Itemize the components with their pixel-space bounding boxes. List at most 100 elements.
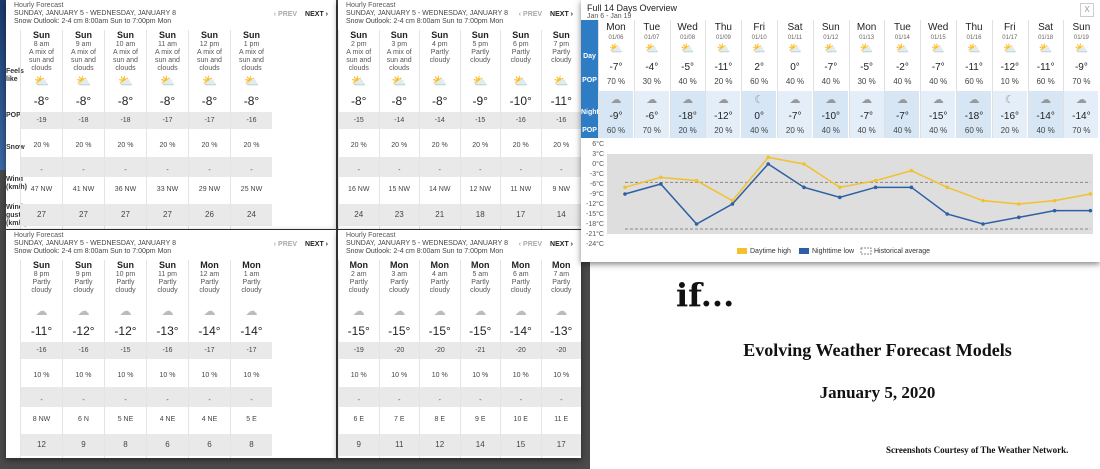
hour-condition: A mix of sun and clouds — [155, 49, 180, 72]
overview-row-labels: Day POP Night POP — [581, 20, 599, 138]
overview-day-column[interactable]: Mon 01/06 ⛅ -7° 70 % ☁ -9° 60 % — [598, 20, 633, 138]
overview-day-column[interactable]: Sun 01/12 ⛅ -7° 40 % ☁ -10° 40 % — [812, 20, 848, 138]
hour-day: Sun — [552, 30, 570, 40]
day-weather-icon: ⛅ — [680, 43, 695, 55]
hour-gust: 14 — [475, 440, 485, 449]
overview-day-column[interactable]: Fri 01/17 ⛅ -12° 10 % ☾ -16° 20 % — [991, 20, 1027, 138]
day-label: Day — [583, 53, 596, 60]
nighttime-low-point — [1088, 208, 1093, 213]
daytime-high-point — [766, 155, 770, 160]
hour-temperature: -8° — [432, 94, 448, 108]
hour-feels-like: -16 — [162, 347, 173, 354]
day-weather-icon: ⛅ — [1074, 43, 1089, 55]
next-button[interactable]: NEXT › — [305, 11, 328, 18]
hour-condition: Partly cloudy — [551, 279, 572, 294]
hour-feels-like: -20 — [515, 347, 526, 354]
hour-time: 5 am — [472, 271, 489, 278]
prev-button[interactable]: ‹ PREV — [519, 11, 542, 18]
hour-pop: 10 % — [350, 372, 367, 379]
overview-day-column[interactable]: Sun 01/19 ⛅ -9° 70 % ☁ -14° 70 % — [1063, 20, 1099, 138]
overview-day-column[interactable]: Tue 01/07 ⛅ -4° 30 % ☁ -6° 70 % — [633, 20, 669, 138]
overview-day-column[interactable]: Thu 01/09 ⛅ -11° 20 % ☁ -12° 20 % — [705, 20, 741, 138]
partly-cloudy-icon: ⛅ — [513, 74, 529, 88]
hour-column: Sun 4 pm Partly cloudy ⛅ -8° -14 20 % - … — [419, 30, 460, 229]
next-button[interactable]: NEXT › — [550, 241, 573, 248]
nighttime-low-point — [873, 185, 878, 190]
nighttime-low-point — [730, 202, 735, 206]
overview-day-name: Mon — [606, 22, 626, 33]
close-button[interactable]: X — [1080, 3, 1094, 17]
overview-popup: Full 14 Days Overview Jan 6 - Jan 19 X D… — [581, 0, 1100, 262]
hour-snow: - — [250, 397, 253, 404]
overview-day-column[interactable]: Sat 01/18 ⛅ -11° 60 % ☁ -14° 40 % — [1027, 20, 1063, 138]
hour-snow: - — [438, 167, 441, 174]
pager: ‹ PREV NEXT › — [519, 11, 573, 18]
hour-feels-like: -17 — [246, 347, 257, 354]
hour-column: Sun 1 pm A mix of sun and clouds ⛅ -8° -… — [230, 30, 272, 229]
hour-wind: 33 NW — [156, 186, 179, 193]
hour-temperature: -15° — [469, 324, 492, 338]
overview-day-column[interactable]: Thu 01/16 ⛅ -11° 60 % ☁ -18° 60 % — [956, 20, 991, 138]
overview-day-column[interactable]: Wed 01/15 ⛅ -7° 40 % ☁ -15° 40 % — [920, 20, 956, 138]
night-weather-icon: ☁ — [717, 94, 729, 106]
day-weather-icon: ⛅ — [931, 43, 946, 55]
next-button[interactable]: NEXT › — [550, 11, 573, 18]
slide-date: January 5, 2020 — [819, 383, 936, 402]
partly-cloudy-night-icon: ☁ — [514, 304, 527, 318]
hour-wind: 11 E — [554, 416, 569, 423]
hour-pop: 10 % — [159, 372, 176, 379]
hour-pop: 20 % — [75, 142, 92, 149]
hour-pop: 10 % — [33, 372, 50, 379]
overview-night-pop: 70 % — [1072, 126, 1091, 135]
overview-day-name: Thu — [714, 22, 732, 33]
hour-wind: 7 E — [393, 416, 405, 423]
overview-day-column[interactable]: Wed 01/08 ⛅ -5° 40 % ☁ -18° 20 % — [669, 20, 705, 138]
sun-cloud-snow-icon: ⛅ — [34, 74, 49, 88]
next-button[interactable]: NEXT › — [305, 241, 328, 248]
hour-feels-like: -17 — [204, 117, 215, 124]
overview-low: -18° — [964, 111, 984, 122]
overview-day-column[interactable]: Mon 01/13 ⛅ -5° 30 % ☁ -7° 40 % — [848, 20, 884, 138]
hour-day: Mon — [430, 260, 450, 270]
night-weather-icon: ☁ — [1075, 94, 1087, 106]
hour-feels-like: -18 — [78, 117, 89, 124]
hour-condition: Partly cloudy — [470, 279, 491, 294]
hour-time: 1 am — [243, 271, 260, 278]
hour-time: 1 pm — [243, 41, 260, 48]
overview-day-column[interactable]: Tue 01/14 ⛅ -2° 40 % ☁ -7° 40 % — [884, 20, 920, 138]
prev-button[interactable]: ‹ PREV — [274, 241, 297, 248]
hour-pop: 20 % — [512, 142, 529, 149]
overview-low: -14° — [1036, 111, 1055, 122]
prev-button[interactable]: ‹ PREV — [519, 241, 542, 248]
partly-cloudy-night-icon: ☁ — [35, 304, 48, 318]
night-pop-label: POP — [582, 127, 597, 134]
overview-day-pop: 60 % — [1036, 77, 1055, 86]
hour-time: 5 pm — [472, 41, 489, 48]
overview-high: -11° — [714, 62, 733, 73]
overview-day-name: Sat — [787, 22, 803, 33]
overview-night-pop: 40 % — [821, 126, 840, 135]
hour-time: 11 pm — [158, 271, 177, 278]
daytime-high-point — [1052, 198, 1057, 203]
partly-cloudy-night-icon: ☁ — [119, 304, 132, 318]
overview-day-name: Tue — [893, 22, 911, 33]
overview-day-column[interactable]: Sat 01/11 ⛅ 0° 40 % ☁ -7° 20 % — [777, 20, 812, 138]
overview-day-pop: 40 % — [678, 77, 697, 86]
hour-pop: 20 % — [33, 142, 50, 149]
hour-wind: 8 E — [434, 416, 445, 423]
slide-if-text: if... — [676, 276, 735, 314]
partly-cloudy-night-icon: ☁ — [555, 304, 568, 318]
day-weather-icon: ⛅ — [752, 43, 767, 55]
night-weather-icon: ☁ — [610, 94, 622, 106]
hour-condition: Partly cloudy — [348, 279, 369, 294]
overview-day-pop: 40 % — [785, 77, 805, 86]
hour-temperature: -15° — [347, 324, 370, 338]
daytime-high-point — [873, 178, 878, 183]
hour-day: Mon — [552, 260, 571, 270]
hour-wind: 47 NW — [30, 186, 53, 193]
prev-button[interactable]: ‹ PREV — [274, 11, 297, 18]
hour-gust: 18 — [475, 210, 485, 219]
hour-day: Mon — [242, 260, 261, 270]
overview-day-column[interactable]: Fri 01/10 ⛅ 2° 60 % ☾ 0° 40 % — [741, 20, 777, 138]
legend-historical-average-swatch — [860, 247, 872, 255]
